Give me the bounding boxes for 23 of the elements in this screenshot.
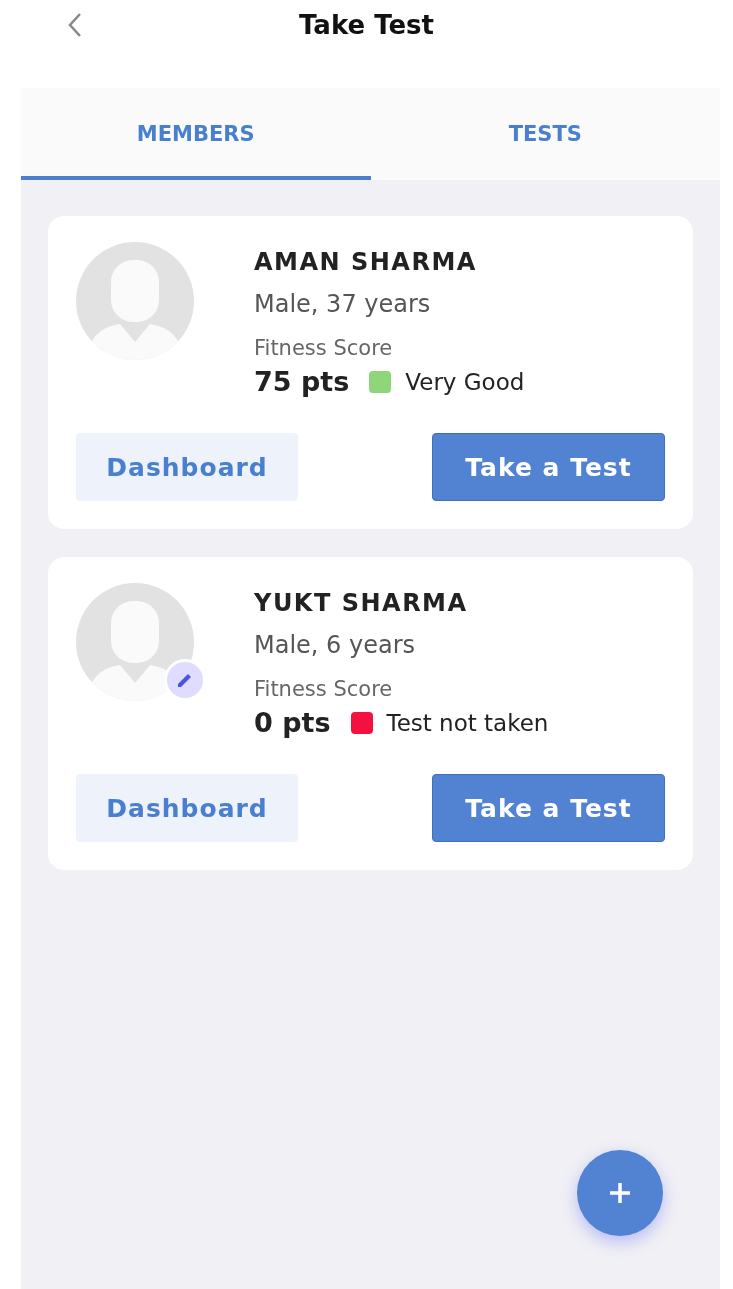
member-details: Male, 6 years	[254, 631, 417, 659]
status-text: Test not taken	[386, 709, 549, 736]
avatar-icon	[76, 242, 194, 360]
pencil-icon	[176, 671, 194, 689]
member-name: YUKT SHARMA	[254, 589, 469, 617]
tab[interactable]: MEMBERS	[21, 88, 371, 180]
take-test-button[interactable]: Take a Test	[432, 433, 665, 501]
fitness-score: 0 pts	[254, 707, 331, 738]
take-test-button[interactable]: Take a Test	[432, 774, 665, 842]
dashboard-button[interactable]: Dashboard	[76, 433, 298, 501]
member-details: Male, 37 years	[254, 290, 432, 318]
plus-icon	[608, 1181, 632, 1205]
fitness-score: 75 pts	[254, 366, 350, 397]
dashboard-button[interactable]: Dashboard	[76, 774, 298, 842]
back-icon[interactable]	[66, 12, 84, 38]
tab[interactable]: TESTS	[370, 88, 720, 180]
add-button[interactable]	[577, 1150, 663, 1236]
score-label: Fitness Score	[254, 677, 394, 701]
score-label: Fitness Score	[254, 336, 394, 360]
avatar-icon	[76, 583, 194, 701]
member-name: AMAN SHARMA	[254, 248, 478, 276]
screen-title: Take Test	[299, 10, 434, 40]
status-text: Very Good	[405, 368, 525, 395]
